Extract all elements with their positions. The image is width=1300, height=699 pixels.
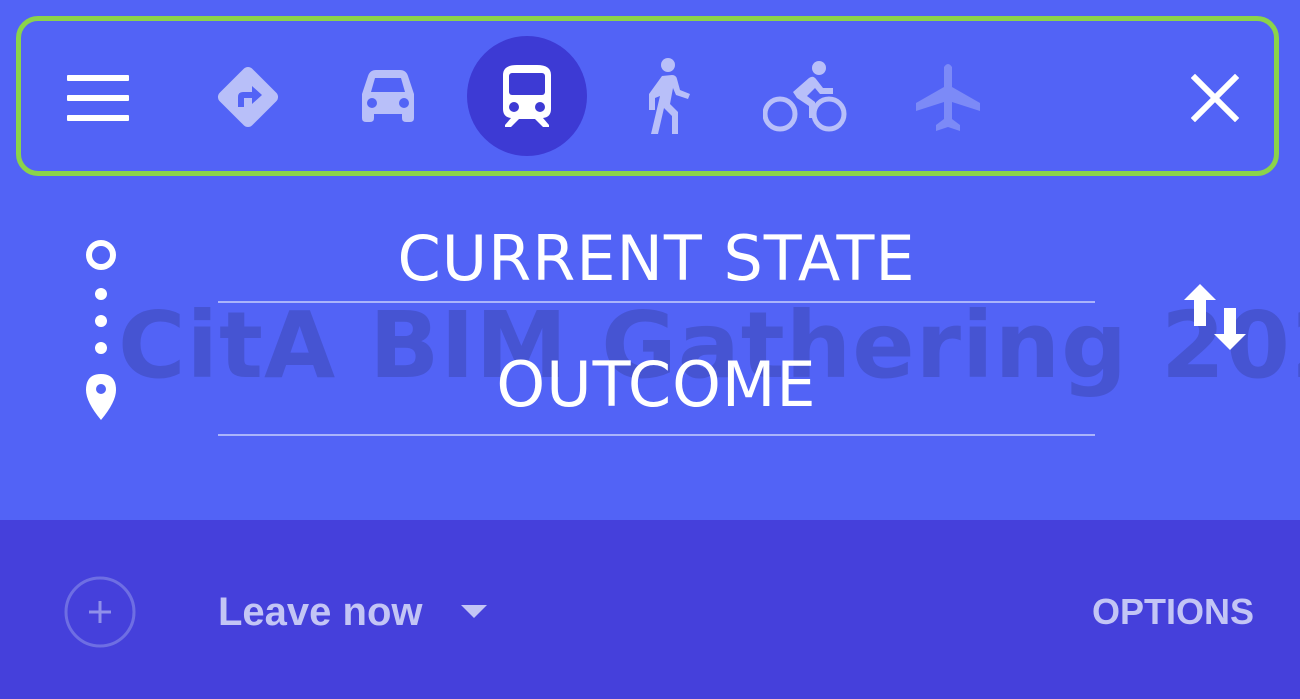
directions-header: CitA BIM Gathering 2023 CURRENT STATE OU… xyxy=(0,0,1300,520)
starting-point-input[interactable]: CURRENT STATE xyxy=(218,215,1095,303)
walk-icon xyxy=(649,58,690,134)
mode-bike-button[interactable] xyxy=(755,52,855,142)
mode-best-route-button[interactable] xyxy=(200,52,295,142)
chevron-down-icon xyxy=(460,605,487,619)
departure-time-label: Leave now xyxy=(218,589,423,634)
add-stop-icon xyxy=(64,576,136,648)
destination-value: OUTCOME xyxy=(496,348,817,421)
starting-point-value: CURRENT STATE xyxy=(397,221,916,295)
route-connector xyxy=(78,230,126,430)
swap-vertical-icon xyxy=(1184,284,1246,350)
destination-input[interactable]: OUTCOME xyxy=(218,335,1095,436)
bike-icon xyxy=(763,61,847,132)
menu-button[interactable] xyxy=(48,58,148,138)
mode-flight-button[interactable] xyxy=(900,52,995,142)
hamburger-menu-icon xyxy=(67,75,129,121)
options-label: OPTIONS xyxy=(1091,591,1254,632)
route-dots-icon xyxy=(86,240,116,420)
mode-transit-button[interactable] xyxy=(467,36,587,156)
close-icon xyxy=(1190,73,1239,122)
flight-icon xyxy=(915,64,980,131)
directions-icon xyxy=(217,66,278,128)
departure-time-dropdown[interactable]: Leave now xyxy=(218,580,487,644)
close-button[interactable] xyxy=(1172,55,1257,140)
swap-route-button[interactable] xyxy=(1176,278,1254,356)
mode-walk-button[interactable] xyxy=(620,52,710,142)
mode-car-button[interactable] xyxy=(340,52,435,142)
car-icon xyxy=(361,70,414,122)
add-stop-button[interactable] xyxy=(62,574,138,650)
directions-panel: CitA BIM Gathering 2023 CURRENT STATE OU… xyxy=(0,0,1300,699)
train-icon xyxy=(503,65,551,127)
options-button[interactable]: OPTIONS xyxy=(1092,580,1254,644)
